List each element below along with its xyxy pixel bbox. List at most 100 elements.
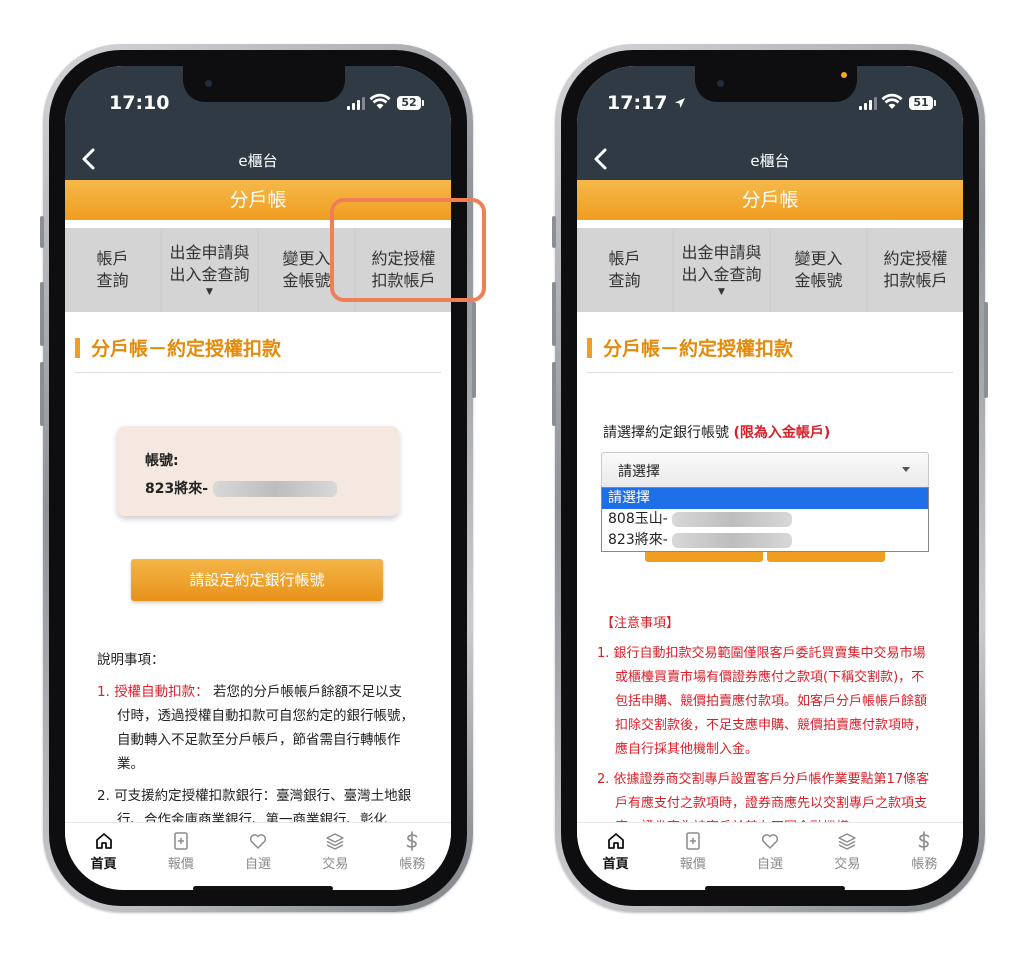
tab-account-query[interactable]: 帳戶 查詢 xyxy=(65,228,160,312)
dollar-icon xyxy=(919,831,930,851)
tabbar-watchlist[interactable]: 自選 xyxy=(219,823,296,881)
tabbar-label: 交易 xyxy=(322,857,349,872)
tabbar-accounts[interactable]: 帳務 xyxy=(886,823,963,881)
layers-icon xyxy=(326,833,344,850)
section-accent-bar xyxy=(587,338,592,358)
layers-icon xyxy=(838,833,856,850)
left-phone-frame: 17:10 52 e櫃台 分戶帳 帳戶 查詢 出金申請與 出入金查詢 ▼ 變更入… xyxy=(40,44,476,912)
page-banner: 分戶帳 xyxy=(577,180,963,220)
section-title: 分戶帳－約定授權扣款 xyxy=(603,338,794,360)
home-icon xyxy=(607,833,624,849)
tab-label: 出入金查詢 xyxy=(681,265,762,284)
note-number: 2. xyxy=(97,788,110,804)
tabbar-label: 帳務 xyxy=(911,857,938,872)
tabbar-watchlist[interactable]: 自選 xyxy=(731,823,808,881)
redacted-blur xyxy=(672,511,793,527)
location-arrow-icon xyxy=(675,98,686,108)
tab-account-query[interactable]: 帳戶 查詢 xyxy=(577,228,672,312)
tabbar-trade[interactable]: 交易 xyxy=(809,823,886,881)
tabbar-trade[interactable]: 交易 xyxy=(297,823,374,881)
tabbar-home[interactable]: 首頁 xyxy=(577,823,654,881)
tab-authorized-debit[interactable]: 約定授權 扣款帳戶 xyxy=(868,228,963,312)
battery-icon: 52 xyxy=(397,96,424,110)
signal-icon xyxy=(347,96,365,110)
heart-icon xyxy=(249,834,267,849)
notes-title: 【注意事項】 xyxy=(601,616,680,631)
note-number: 2. xyxy=(597,772,610,787)
right-phone-frame: 17:17 51 e櫃台 分戶帳 帳戶 查詢 出金申請與 出入金查詢 ▼ 變更入… xyxy=(552,44,988,912)
tabbar-home[interactable]: 首頁 xyxy=(65,823,142,881)
select-bank-label: 請選擇約定銀行帳號 (限為入金帳戶) xyxy=(603,422,830,442)
tab-label: 扣款帳戶 xyxy=(883,271,948,290)
bank-account-select[interactable]: 請選擇 xyxy=(601,452,929,488)
select-value: 請選擇 xyxy=(618,464,660,480)
privacy-dot xyxy=(841,72,847,78)
tabbar-label: 報價 xyxy=(679,857,706,872)
section-header: 分戶帳－約定授權扣款 xyxy=(75,332,441,373)
note-item: 1. 銀行自動扣款交易範圍僅限客戶委託買賣集中交易市場或櫃檯買賣市場有價證券應付… xyxy=(597,642,935,762)
tab-label: 約定授權 xyxy=(883,249,948,268)
caret-down-icon xyxy=(902,467,910,472)
side-button xyxy=(552,282,556,346)
nav-title: e櫃台 xyxy=(238,152,278,170)
tabbar-label: 交易 xyxy=(834,857,861,872)
dropdown-option[interactable]: 823將來- xyxy=(602,530,928,551)
signal-icon xyxy=(859,96,877,110)
nav-bar: e櫃台 xyxy=(577,140,963,180)
right-screen: 17:17 51 e櫃台 分戶帳 帳戶 查詢 出金申請與 出入金查詢 ▼ 變更入… xyxy=(577,66,963,890)
quote-icon xyxy=(686,832,700,850)
phone-bezel: 17:17 51 e櫃台 分戶帳 帳戶 查詢 出金申請與 出入金查詢 ▼ 變更入… xyxy=(561,50,979,906)
tab-change-account[interactable]: 變更入 金帳號 xyxy=(771,228,866,312)
select-label-text: 請選擇約定銀行帳號 xyxy=(603,425,729,441)
status-time: 17:10 xyxy=(109,92,170,114)
tab-withdrawal[interactable]: 出金申請與 出入金查詢 ▼ xyxy=(674,228,769,312)
quote-icon xyxy=(174,832,188,850)
note-text: 銀行自動扣款交易範圍僅限客戶委託買賣集中交易市場或櫃檯買賣市場有價證券應付之款項… xyxy=(613,646,928,757)
bottom-tab-bar: 首頁 報價 自選 交易 帳務 xyxy=(577,822,963,881)
tabbar-label: 帳務 xyxy=(399,857,426,872)
account-label: 帳號: xyxy=(145,453,179,469)
home-icon xyxy=(95,833,112,849)
option-text: 823將來- xyxy=(608,532,668,548)
side-button xyxy=(552,362,556,426)
camera-icon xyxy=(205,80,212,87)
tabbar-label: 首頁 xyxy=(90,857,117,872)
dropdown-option[interactable]: 808玉山- xyxy=(602,509,928,530)
dropdown-option[interactable]: 請選擇 xyxy=(602,488,928,509)
set-bank-account-button[interactable]: 請設定約定銀行帳號 xyxy=(131,559,383,601)
option-text: 808玉山- xyxy=(608,511,668,527)
battery-icon: 51 xyxy=(909,96,936,110)
wifi-icon xyxy=(369,93,391,109)
home-indicator[interactable] xyxy=(193,886,333,890)
tabbar-quote[interactable]: 報價 xyxy=(142,823,219,881)
tabbar-accounts[interactable]: 帳務 xyxy=(374,823,451,881)
redacted-blur xyxy=(212,481,337,497)
notes-list: 1. 銀行自動扣款交易範圍僅限客戶委託買賣集中交易市場或櫃檯買賣市場有價證券應付… xyxy=(597,642,935,846)
notes-section: 說明事項： 1. 授權自動扣款： 若您的分戶帳帳戶餘額不足以支付時，透過授權自動… xyxy=(97,648,415,840)
tab-label: 查詢 xyxy=(96,271,129,290)
tab-label: 查詢 xyxy=(608,271,641,290)
bottom-tab-bar: 首頁 報價 自選 交易 帳務 xyxy=(65,822,451,881)
tab-withdrawal[interactable]: 出金申請與 出入金查詢 ▼ xyxy=(162,228,257,312)
tab-label: 帳戶 xyxy=(608,249,641,268)
status-time: 17:17 xyxy=(607,92,686,114)
redacted-blur xyxy=(672,532,793,548)
account-card: 帳號: 823將來- xyxy=(117,426,399,516)
side-button xyxy=(40,216,44,248)
notes-title: 說明事項： xyxy=(97,652,165,668)
dropdown-list: 請選擇 808玉山- 823將來- xyxy=(601,487,929,552)
home-indicator[interactable] xyxy=(705,886,845,890)
camera-icon xyxy=(717,80,724,87)
tabbar-quote[interactable]: 報價 xyxy=(654,823,731,881)
section-title: 分戶帳－約定授權扣款 xyxy=(91,338,282,360)
note-number: 1. xyxy=(97,684,110,700)
section-accent-bar xyxy=(75,338,80,358)
wifi-icon xyxy=(881,93,903,109)
side-button xyxy=(40,282,44,346)
heart-icon xyxy=(761,834,779,849)
dropdown-arrow-icon: ▼ xyxy=(718,287,725,297)
note-highlight: 授權自動扣款： xyxy=(114,684,209,700)
tab-row: 帳戶 查詢 出金申請與 出入金查詢 ▼ 變更入 金帳號 約定授權 扣款帳戶 xyxy=(577,228,963,312)
status-bar: 17:17 51 xyxy=(577,66,963,140)
tab-label: 金帳號 xyxy=(794,271,843,290)
